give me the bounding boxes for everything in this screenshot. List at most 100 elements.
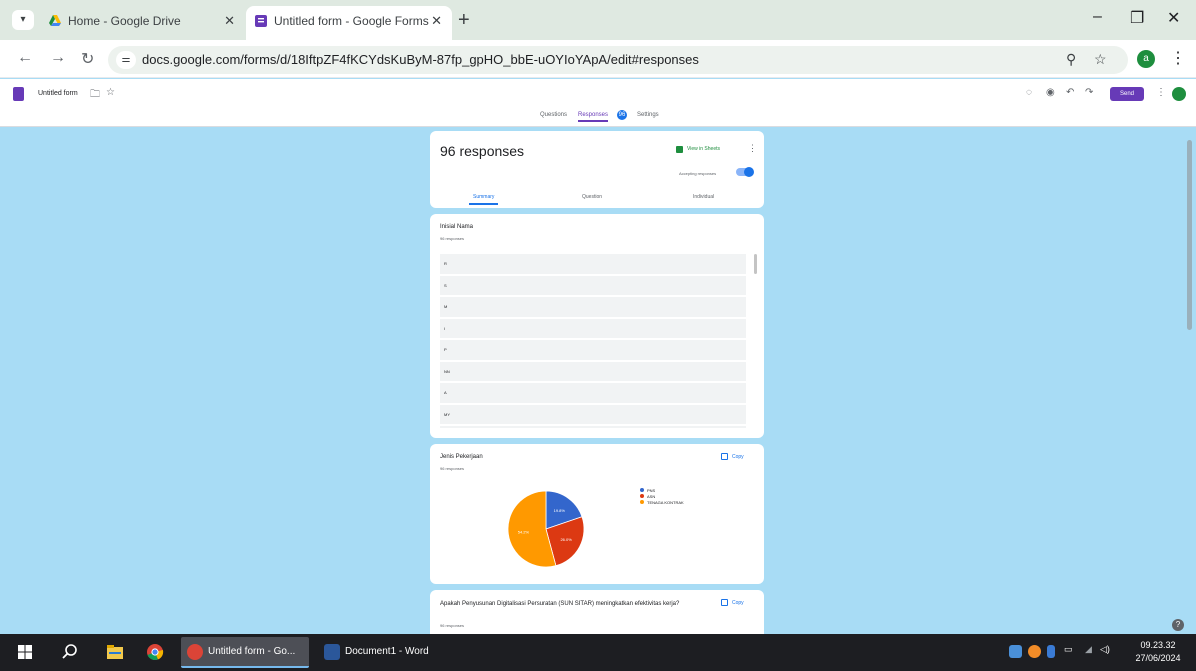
reload-icon[interactable]: ↻ bbox=[81, 49, 94, 69]
tab-title: Untitled form - Google Forms bbox=[274, 14, 429, 28]
file-explorer-icon[interactable] bbox=[106, 643, 124, 661]
taskbar-app-word[interactable]: Document1 - Word bbox=[318, 637, 446, 668]
tab-questions[interactable]: Questions bbox=[540, 112, 567, 118]
word-icon bbox=[324, 644, 340, 660]
accepting-responses-label: Accepting responses bbox=[679, 171, 717, 176]
question-title: Jenis Pekerjaan bbox=[440, 454, 483, 460]
chrome-icon[interactable] bbox=[146, 643, 164, 661]
form-title[interactable]: Untitled form bbox=[38, 90, 78, 97]
subtab-question[interactable]: Question bbox=[582, 194, 602, 200]
more-options-icon[interactable]: ⋮ bbox=[748, 143, 757, 154]
send-button[interactable]: Send bbox=[1110, 87, 1144, 101]
list-item: SS bbox=[440, 426, 746, 428]
forms-logo-icon[interactable] bbox=[13, 87, 24, 101]
subtab-individual[interactable]: Individual bbox=[693, 194, 714, 200]
close-icon[interactable]: ✕ bbox=[224, 13, 235, 29]
close-icon[interactable]: ✕ bbox=[431, 13, 442, 29]
bluetooth-icon[interactable] bbox=[1047, 645, 1055, 658]
tray-app-icon[interactable] bbox=[1009, 645, 1022, 658]
windows-start-icon[interactable] bbox=[16, 643, 34, 661]
tray-app-icon[interactable] bbox=[1028, 645, 1041, 658]
zoom-icon[interactable]: ⚲ bbox=[1066, 51, 1076, 68]
copy-chart-button[interactable]: Copy bbox=[721, 599, 744, 606]
copy-label: Copy bbox=[732, 453, 744, 460]
account-avatar[interactable] bbox=[1172, 87, 1186, 101]
legend-item-tenaga-kontrak: TENAGA KONTRAK bbox=[640, 500, 684, 506]
palette-icon[interactable]: ◌ bbox=[1026, 87, 1032, 98]
question-response-count: 96 responses bbox=[440, 466, 465, 471]
question-title: Inisial Nama bbox=[440, 224, 474, 230]
help-icon[interactable]: ? bbox=[1172, 619, 1184, 631]
responses-count-badge: 96 bbox=[617, 110, 627, 120]
volume-icon[interactable]: ◁) bbox=[1100, 644, 1110, 655]
tab-title: Home - Google Drive bbox=[68, 14, 181, 28]
list-item: S bbox=[440, 275, 746, 295]
page-scrollbar[interactable] bbox=[1187, 140, 1192, 330]
window-close-button[interactable]: ✕ bbox=[1167, 8, 1180, 28]
address-bar[interactable]: ⚌ docs.google.com/forms/d/18IftpZF4fKCYd… bbox=[108, 46, 1128, 74]
forward-arrow-icon[interactable]: → bbox=[50, 49, 66, 67]
minimize-button[interactable]: – bbox=[1093, 8, 1102, 26]
list-scrollbar[interactable] bbox=[754, 254, 757, 274]
question-card-inisial-nama: Inisial Nama 96 responses R S M I P NN A… bbox=[430, 214, 764, 438]
network-icon[interactable]: ▭ bbox=[1064, 644, 1073, 655]
responses-count: 96 responses bbox=[440, 143, 525, 159]
pie-slice-label: 54.2% bbox=[518, 529, 530, 534]
tab-search-button[interactable]: ▾ bbox=[12, 10, 34, 30]
question-response-count: 96 responses bbox=[440, 236, 465, 241]
forms-header: Untitled form 🗀 ☆ ◌ ◉ ↶ ↷ Send ⋮ Questio… bbox=[0, 79, 1196, 127]
taskbar-app-label: Untitled form - Go... bbox=[208, 646, 296, 657]
pie-slice-label: 19.8% bbox=[554, 508, 566, 513]
answers-list[interactable]: R S M I P NN A MY SS bbox=[440, 254, 746, 428]
folder-icon[interactable]: 🗀 bbox=[90, 87, 100, 104]
tab-google-drive[interactable]: Home - Google Drive ✕ bbox=[40, 6, 245, 36]
accepting-responses-toggle[interactable] bbox=[736, 167, 754, 177]
tab-google-forms[interactable]: Untitled form - Google Forms ✕ bbox=[246, 6, 452, 40]
google-forms-icon bbox=[255, 15, 267, 27]
redo-icon[interactable]: ↷ bbox=[1085, 87, 1093, 98]
google-drive-icon bbox=[49, 15, 61, 26]
pie-slice-label: 26.0% bbox=[560, 537, 572, 542]
view-in-sheets-link[interactable]: View in Sheets bbox=[687, 146, 720, 152]
list-item: P bbox=[440, 340, 746, 360]
question-response-count: 96 responses bbox=[440, 623, 465, 628]
site-info-icon[interactable]: ⚌ bbox=[116, 51, 136, 69]
browser-toolbar: ← → ↻ ⚌ docs.google.com/forms/d/18IftpZF… bbox=[0, 40, 1196, 78]
bookmark-star-icon[interactable]: ☆ bbox=[1094, 51, 1107, 68]
sheets-icon[interactable] bbox=[676, 146, 683, 153]
copy-chart-button[interactable]: Copy bbox=[721, 453, 744, 460]
legend-swatch bbox=[640, 500, 644, 504]
browser-menu-icon[interactable]: ⋮ bbox=[1170, 48, 1186, 68]
question-card-sun-sitar: Apakah Penyusunan Digitalisasi Persurata… bbox=[430, 590, 764, 634]
taskbar-app-label: Document1 - Word bbox=[345, 646, 429, 657]
legend-label: TENAGA KONTRAK bbox=[647, 500, 684, 505]
wifi-icon[interactable]: ◢ bbox=[1085, 644, 1092, 655]
responses-header-card: 96 responses View in Sheets ⋮ Accepting … bbox=[430, 131, 764, 208]
subtab-summary[interactable]: Summary bbox=[469, 194, 499, 205]
search-icon[interactable] bbox=[61, 643, 79, 661]
list-item: NN bbox=[440, 361, 746, 381]
star-icon[interactable]: ☆ bbox=[106, 87, 115, 98]
profile-avatar[interactable]: a bbox=[1137, 50, 1155, 68]
question-title: Apakah Penyusunan Digitalisasi Persurata… bbox=[440, 601, 680, 607]
question-card-jenis-pekerjaan: Jenis Pekerjaan 96 responses Copy 19.8% 2… bbox=[430, 444, 764, 584]
list-item: MY bbox=[440, 404, 746, 424]
list-item: A bbox=[440, 383, 746, 403]
legend-label: PNS bbox=[647, 488, 656, 493]
back-arrow-icon[interactable]: ← bbox=[17, 49, 33, 67]
taskbar-clock[interactable]: 09.23.32 27/06/2024 bbox=[1128, 639, 1188, 665]
preview-eye-icon[interactable]: ◉ bbox=[1046, 87, 1055, 98]
legend-swatch bbox=[640, 488, 644, 492]
new-tab-button[interactable]: + bbox=[458, 9, 470, 32]
clock-date: 27/06/2024 bbox=[1135, 653, 1181, 663]
list-item: R bbox=[440, 254, 746, 274]
url-text[interactable]: docs.google.com/forms/d/18IftpZF4fKCYdsK… bbox=[142, 52, 699, 67]
copy-label: Copy bbox=[732, 599, 744, 606]
undo-icon[interactable]: ↶ bbox=[1066, 87, 1074, 98]
taskbar-app-chrome-forms[interactable]: Untitled form - Go... bbox=[181, 637, 309, 668]
restore-button[interactable]: ❐ bbox=[1130, 8, 1144, 28]
more-options-icon[interactable]: ⋮ bbox=[1156, 87, 1166, 98]
tab-responses[interactable]: Responses bbox=[578, 112, 609, 122]
tab-settings[interactable]: Settings bbox=[637, 112, 659, 118]
copy-icon bbox=[721, 453, 728, 460]
